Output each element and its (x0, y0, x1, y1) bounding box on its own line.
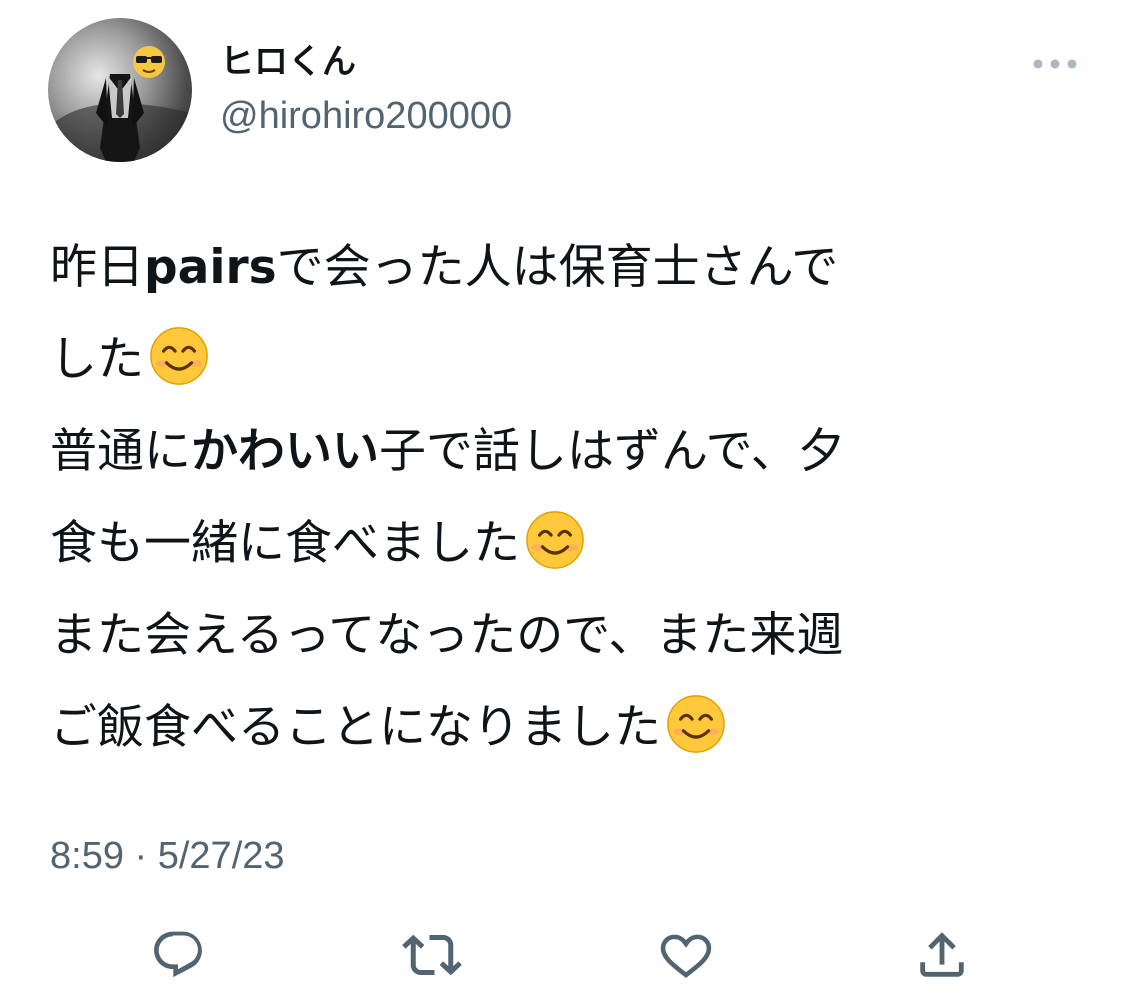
tweet-text-segment: また会えるってなったので、また来週 (50, 608, 844, 663)
tweet-line: した (50, 314, 1060, 406)
tweet-header: ヒロくん @hirohiro200000 (48, 18, 1078, 163)
tweet-text-segment: ご飯食べることになりました (50, 700, 661, 755)
tweet-card: ヒロくん @hirohiro200000 昨日pairsで会った人は保育士さんで… (0, 0, 1125, 1007)
tweet-line: 昨日pairsで会った人は保育士さんで (50, 222, 1060, 314)
tweet-text-segment: 子で話しはずんで、夕 (379, 424, 845, 479)
tweet-line: ご飯食べることになりました (50, 682, 1060, 774)
retweet-button[interactable] (402, 925, 462, 985)
tweet-text-segment: 食も一緒に食べました (50, 516, 520, 571)
tweet-text-segment: 普通に (50, 424, 191, 479)
user-names: ヒロくん @hirohiro200000 (220, 40, 512, 142)
more-dots-icon (1033, 59, 1077, 69)
more-options-button[interactable] (1032, 52, 1078, 76)
share-icon (920, 932, 964, 977)
tweet-text-bold-segment: かわいい (191, 424, 379, 479)
action-bar (0, 925, 1125, 985)
tweet-text-segment: で会った人は保育士さんで (276, 240, 839, 295)
tweet-text-bold-segment: pairs (144, 240, 277, 295)
tweet-timestamp[interactable]: 8:59 · 5/27/23 (50, 832, 285, 880)
sunglasses-suit-avatar-icon (48, 46, 192, 162)
tweet-text-segment: 昨日 (50, 240, 144, 295)
tweet-text: 昨日pairsで会った人は保育士さんでした普通にかわいい子で話しはずんで、夕食も… (50, 222, 1060, 774)
tweet-line: また会えるってなったので、また来週 (50, 590, 1060, 682)
like-button[interactable] (656, 925, 716, 985)
share-button[interactable] (912, 925, 972, 985)
display-name[interactable]: ヒロくん (220, 40, 512, 84)
tweet-line: 食も一緒に食べました (50, 498, 1060, 590)
avatar[interactable] (48, 18, 192, 162)
heart-icon (660, 934, 712, 978)
smiling-face-emoji-icon (524, 509, 586, 571)
retweet-icon (402, 934, 462, 976)
smiling-face-emoji-icon (665, 693, 727, 755)
tweet-line: 普通にかわいい子で話しはずんで、夕 (50, 406, 1060, 498)
reply-button[interactable] (148, 925, 208, 985)
user-handle[interactable]: @hirohiro200000 (220, 90, 512, 142)
smiling-face-emoji-icon (148, 325, 210, 387)
tweet-text-segment: した (50, 332, 144, 387)
reply-icon (154, 931, 202, 978)
